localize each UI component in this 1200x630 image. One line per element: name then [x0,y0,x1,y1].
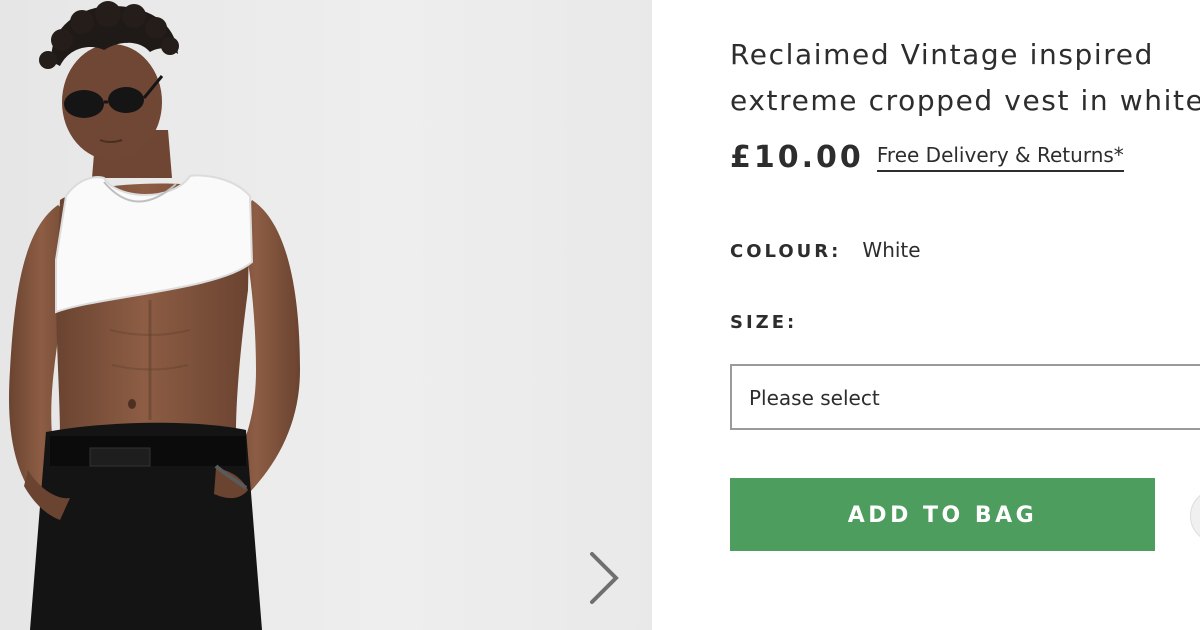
product-title: Reclaimed Vintage inspired extreme cropp… [730,32,1200,124]
colour-label: COLOUR: [730,241,842,262]
size-select-placeholder: Please select [749,386,880,410]
size-select[interactable]: Please select [730,364,1200,430]
product-photo [0,0,652,630]
product-image-gallery [0,0,652,630]
chevron-right-icon [590,552,619,604]
product-details: Reclaimed Vintage inspired extreme cropp… [730,0,1200,630]
save-for-later-button[interactable] [1190,489,1200,543]
colour-value: White [862,238,921,262]
product-price: £10.00 [730,140,864,175]
product-title-line-1: Reclaimed Vintage inspired [730,38,1154,71]
price-row: £10.00 Free Delivery & Returns* [730,140,1124,175]
product-title-line-2: extreme cropped vest in white [730,84,1200,117]
size-label: SIZE: [730,312,798,333]
add-to-bag-button[interactable]: ADD TO BAG [730,478,1155,551]
next-image-button[interactable] [582,548,626,608]
colour-row: COLOUR: White [730,238,921,262]
free-delivery-link[interactable]: Free Delivery & Returns* [876,143,1124,172]
